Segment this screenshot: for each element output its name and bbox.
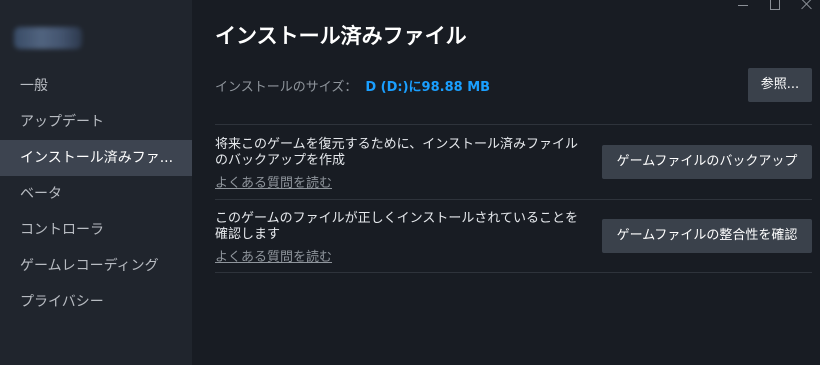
game-title-blurred	[14, 27, 82, 49]
page-title: インストール済みファイル	[215, 24, 467, 48]
close-icon[interactable]	[800, 0, 814, 12]
sidebar-item-general[interactable]: 一般	[0, 68, 192, 104]
backup-description: 将来このゲームを復元するために、インストール済みファイルのバックアップを作成	[215, 137, 578, 168]
settings-nav: 一般 アップデート インストール済みファ... ベータ コントローラ ゲームレコ…	[0, 68, 192, 320]
sidebar: 一般 アップデート インストール済みファ... ベータ コントローラ ゲームレコ…	[0, 0, 192, 365]
divider	[215, 199, 812, 200]
sidebar-item-privacy[interactable]: プライバシー	[0, 284, 192, 320]
window-controls	[736, 0, 814, 12]
divider	[215, 124, 812, 125]
install-size-label: インストールのサイズ：	[215, 80, 358, 95]
install-size-row: インストールのサイズ： D (D:)に98.88 MB	[215, 76, 490, 95]
verify-faq-link[interactable]: よくある質問を読む	[215, 246, 332, 265]
sidebar-item-controller[interactable]: コントローラ	[0, 212, 192, 248]
sidebar-item-game-recording[interactable]: ゲームレコーディング	[0, 248, 192, 284]
sidebar-item-installed-files[interactable]: インストール済みファ...	[0, 140, 192, 176]
sidebar-item-betas[interactable]: ベータ	[0, 176, 192, 212]
sidebar-item-updates[interactable]: アップデート	[0, 104, 192, 140]
install-size-value: D (D:)に98.88 MB	[365, 80, 491, 95]
browse-button[interactable]: 参照...	[748, 68, 812, 102]
divider	[215, 272, 812, 273]
maximize-icon[interactable]	[768, 0, 782, 12]
verify-integrity-button[interactable]: ゲームファイルの整合性を確認	[602, 219, 812, 253]
backup-game-files-button[interactable]: ゲームファイルのバックアップ	[602, 145, 812, 179]
minimize-icon[interactable]	[736, 0, 750, 12]
verify-description: このゲームのファイルが正しくインストールされていることを確認します	[215, 211, 578, 242]
backup-faq-link[interactable]: よくある質問を読む	[215, 172, 332, 191]
